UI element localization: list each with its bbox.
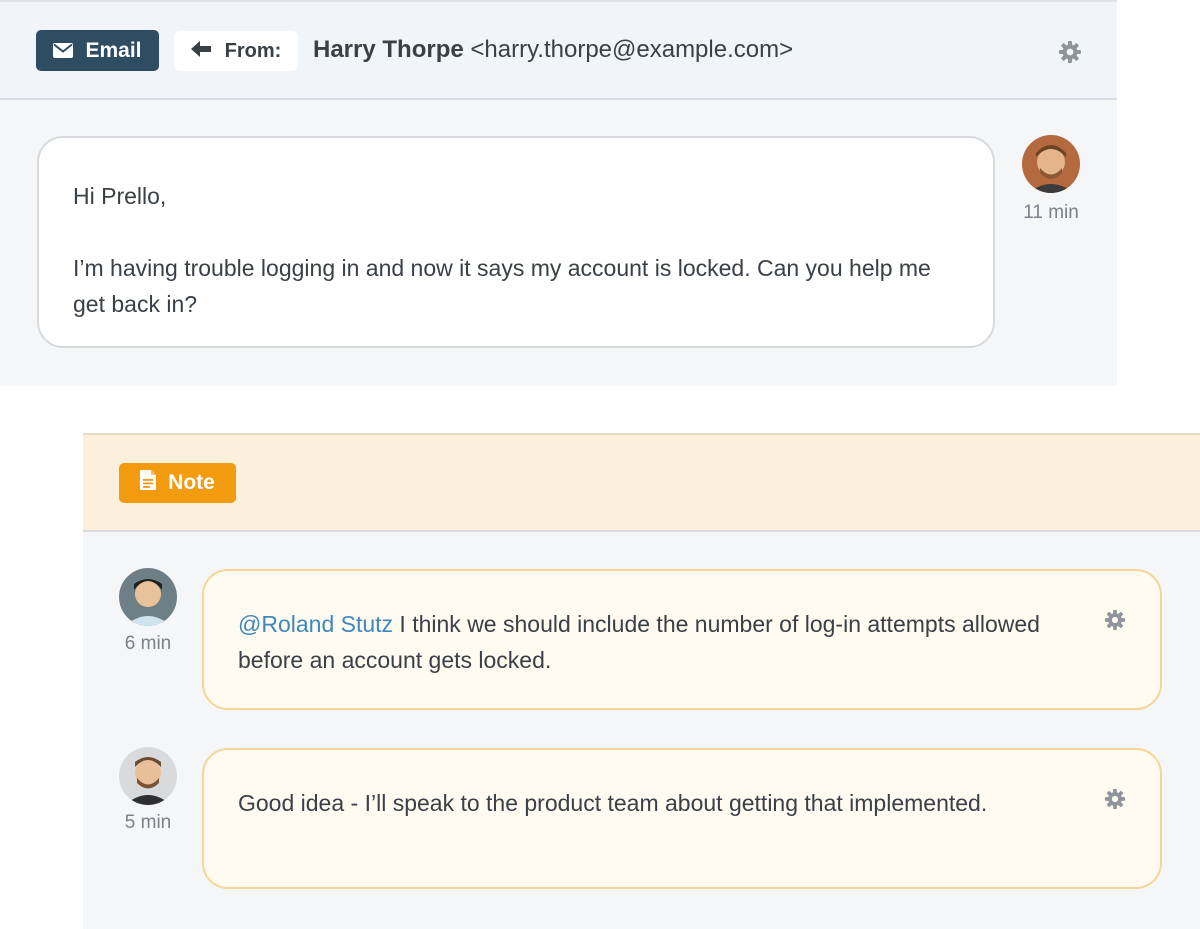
comment-time: 6 min <box>124 633 172 654</box>
note-card: Note 6 min @Roland Stutz I think we shou… <box>83 433 1200 929</box>
email-channel-label: Email <box>85 38 142 62</box>
note-badge: Note <box>119 463 236 503</box>
note-comment-bubble: @Roland Stutz I think we should include … <box>202 569 1162 710</box>
comment-body: Good idea - I’ll speak to the product te… <box>238 790 988 816</box>
comment-text: @Roland Stutz I think we should include … <box>238 606 1050 678</box>
from-button[interactable]: From: <box>174 31 298 71</box>
email-body: I’m having trouble logging in and now it… <box>73 255 931 317</box>
email-message-bubble: Hi Prello, I’m having trouble logging in… <box>37 136 995 348</box>
gear-icon[interactable] <box>1058 40 1082 69</box>
note-header: Note <box>83 435 1200 532</box>
comment-text: Good idea - I’ll speak to the product te… <box>238 785 1050 821</box>
note-label: Note <box>168 471 215 494</box>
sender-email: <harry.thorpe@example.com> <box>470 36 794 63</box>
document-icon <box>140 470 157 496</box>
email-channel-badge: Email <box>36 30 159 71</box>
gear-icon[interactable] <box>1104 605 1126 641</box>
email-header: Email From: Harry Thorpe <harry.thorpe@e… <box>0 2 1117 100</box>
email-card: Email From: Harry Thorpe <harry.thorpe@e… <box>0 0 1117 386</box>
avatar <box>119 747 177 805</box>
gear-icon[interactable] <box>1104 784 1126 820</box>
note-comment-bubble: Good idea - I’ll speak to the product te… <box>202 748 1162 889</box>
message-time: 11 min <box>1023 202 1079 223</box>
from-label: From: <box>224 39 282 62</box>
avatar <box>1022 135 1080 193</box>
envelope-icon <box>53 43 74 58</box>
mention-link[interactable]: @Roland Stutz <box>238 611 393 637</box>
sender-name: Harry Thorpe <box>313 36 464 63</box>
arrow-left-icon <box>190 40 211 63</box>
sender: Harry Thorpe <harry.thorpe@example.com> <box>313 36 793 64</box>
comment-time: 5 min <box>124 812 172 833</box>
email-greeting: Hi Prello, <box>73 183 167 209</box>
avatar <box>119 568 177 626</box>
